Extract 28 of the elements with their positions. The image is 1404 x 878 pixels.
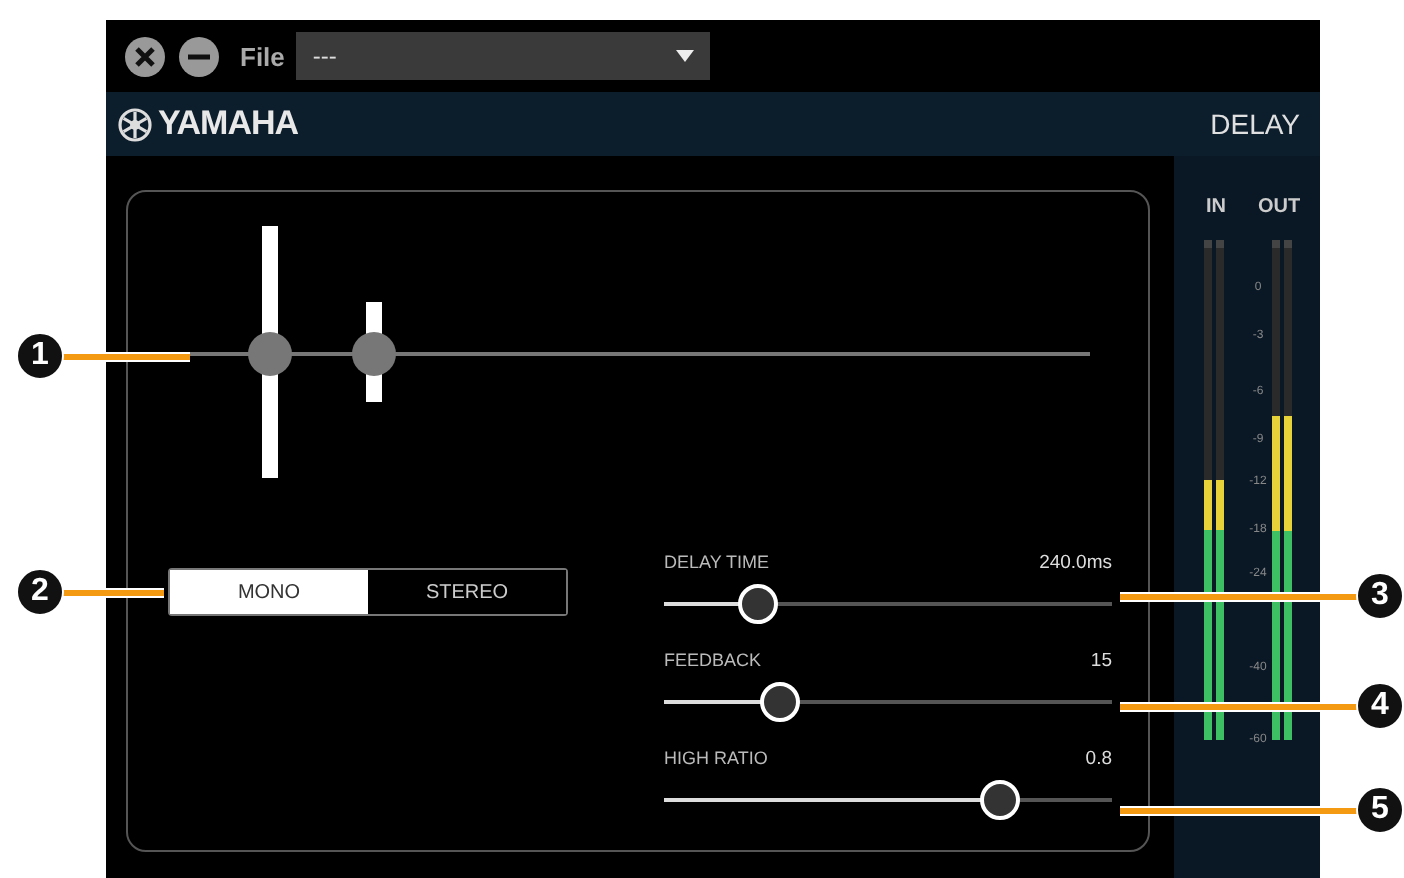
caret-icon [676, 50, 695, 62]
mode-tab[interactable]: MONO [170, 570, 368, 614]
file-label: File [240, 41, 285, 71]
close-icon[interactable] [124, 35, 166, 77]
slider-reading: 15 [1090, 650, 1112, 672]
callout-number: 2 [16, 568, 64, 616]
meter-label: IN [1206, 196, 1226, 218]
slider-thumb[interactable] [980, 780, 1020, 820]
slider-reading: 240.0ms [1039, 552, 1112, 574]
tuning-fork-emblem-icon [118, 107, 152, 141]
slider-label: FEEDBACK [664, 650, 762, 672]
slider-track[interactable] [664, 584, 1112, 624]
slider-track[interactable] [664, 780, 1112, 820]
callout-number: 3 [1356, 572, 1404, 620]
brand-logo: YAMAHA [158, 104, 299, 144]
minimize-icon[interactable] [178, 35, 220, 77]
slider-reading: 0.8 [1085, 748, 1112, 770]
plugin-title: DELAY [1210, 108, 1300, 140]
callout-number: 5 [1356, 786, 1404, 834]
callout-number: 1 [16, 332, 64, 380]
slider-thumb[interactable] [738, 584, 779, 624]
slider-label: HIGH RATIO [664, 748, 768, 770]
callout-number: 4 [1356, 682, 1404, 730]
slider-thumb[interactable] [760, 682, 801, 722]
meter-label: OUT [1258, 196, 1301, 218]
slider-label: DELAY TIME [664, 552, 770, 574]
file-dropdown[interactable]: --- [296, 32, 711, 80]
slider-track[interactable] [664, 682, 1112, 722]
